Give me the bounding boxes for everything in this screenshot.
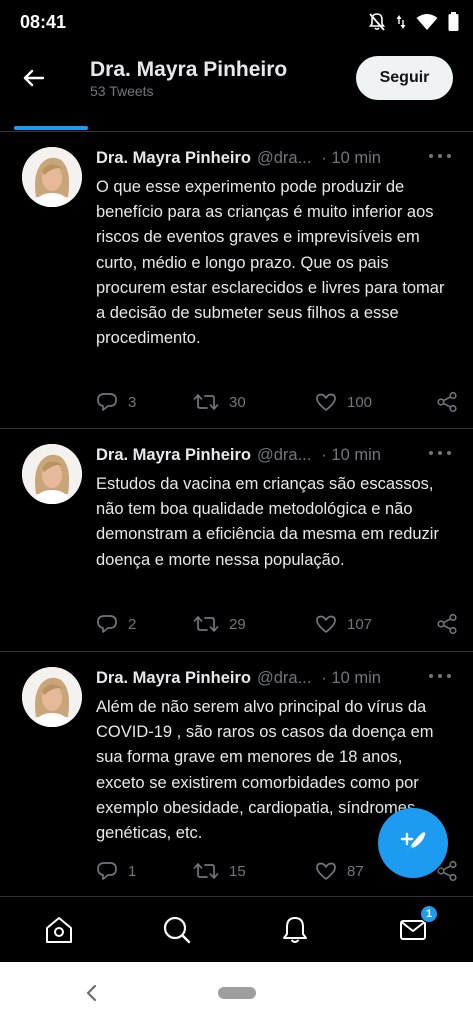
author-name[interactable]: Dra. Mayra Pinheiro	[96, 669, 251, 688]
tweet-header: Dra. Mayra Pinheiro @dra... · 10 min	[96, 669, 381, 688]
tweet-text: Estudos da vacina em crianças são escass…	[96, 475, 439, 569]
more-dots-icon	[429, 674, 451, 678]
retweet-icon	[193, 616, 219, 632]
back-button[interactable]	[18, 62, 50, 94]
home-icon	[46, 917, 72, 943]
reply-icon	[97, 615, 117, 633]
retweet-count: 30	[229, 393, 246, 411]
retweet-button[interactable]: 29	[193, 613, 315, 635]
tweet-actions: 2 29 107	[96, 610, 461, 638]
chevron-left-icon	[86, 984, 97, 1002]
divider	[0, 131, 473, 132]
like-button[interactable]: 107	[315, 613, 436, 635]
heart-icon	[316, 393, 336, 411]
avatar[interactable]	[22, 147, 82, 207]
bottom-navigation: 1	[0, 896, 473, 962]
avatar[interactable]	[22, 667, 82, 727]
share-button[interactable]	[436, 613, 458, 635]
tab-indicator	[14, 126, 88, 130]
compose-feather-icon	[400, 832, 426, 856]
data-arrows-icon	[396, 15, 406, 29]
retweet-button[interactable]: 15	[193, 860, 315, 882]
more-options-button[interactable]	[427, 669, 453, 683]
like-button[interactable]: 100	[315, 391, 436, 413]
reply-count: 2	[128, 615, 137, 633]
status-bar: 08:41	[0, 0, 473, 46]
status-icons	[368, 12, 459, 32]
system-navigation-bar	[0, 962, 473, 1024]
retweet-icon	[193, 394, 219, 410]
author-name[interactable]: Dra. Mayra Pinheiro	[96, 446, 251, 465]
author-name[interactable]: Dra. Mayra Pinheiro	[96, 149, 251, 168]
share-icon	[437, 613, 457, 635]
more-options-button[interactable]	[427, 149, 453, 163]
profile-header: Dra. Mayra Pinheiro 53 Tweets Seguir	[0, 46, 473, 132]
like-count: 107	[347, 615, 373, 633]
tweet-time: · 10 min	[321, 149, 381, 167]
more-options-button[interactable]	[427, 446, 453, 460]
status-time: 08:41	[20, 12, 67, 32]
reply-button[interactable]: 2	[96, 613, 193, 635]
author-handle[interactable]: @dra...	[257, 149, 311, 168]
back-arrow-icon	[23, 69, 45, 87]
heart-icon	[316, 862, 336, 880]
avatar-portrait-icon	[22, 444, 82, 504]
tweet-header: Dra. Mayra Pinheiro @dra... · 10 min	[96, 446, 381, 465]
notifications-off-icon	[368, 13, 386, 31]
like-count: 100	[347, 393, 373, 411]
tweet-time: · 10 min	[321, 669, 381, 687]
tweet-header: Dra. Mayra Pinheiro @dra... · 10 min	[96, 149, 381, 168]
more-dots-icon	[429, 451, 451, 455]
author-handle[interactable]: @dra...	[257, 446, 311, 465]
search-icon	[163, 916, 191, 944]
reply-icon	[97, 393, 117, 411]
profile-name: Dra. Mayra Pinheiro	[90, 58, 288, 81]
retweet-button[interactable]: 30	[193, 391, 315, 413]
nav-home[interactable]	[42, 913, 76, 947]
author-handle[interactable]: @dra...	[257, 669, 311, 688]
tweet[interactable]: Dra. Mayra Pinheiro @dra... · 10 min Est…	[0, 430, 473, 652]
share-button[interactable]	[436, 391, 458, 413]
avatar-portrait-icon	[22, 667, 82, 727]
nav-messages[interactable]: 1	[396, 905, 438, 947]
system-home-pill[interactable]	[218, 987, 256, 999]
tweet-text: O que esse experimento pode produzir de …	[96, 178, 445, 348]
notifications-icon	[283, 917, 307, 943]
share-icon	[437, 391, 457, 413]
retweet-icon	[193, 863, 219, 879]
wifi-icon	[416, 14, 438, 30]
battery-icon	[448, 12, 459, 31]
system-back-button[interactable]	[84, 982, 100, 1009]
avatar-portrait-icon	[22, 147, 82, 207]
nav-search[interactable]	[160, 913, 194, 947]
tweet[interactable]: Dra. Mayra Pinheiro @dra... · 10 min O q…	[0, 133, 473, 429]
more-dots-icon	[429, 154, 451, 158]
tweet-time: · 10 min	[321, 446, 381, 464]
tweet-count: 53 Tweets	[90, 83, 154, 99]
reply-icon	[97, 862, 117, 880]
reply-button[interactable]: 3	[96, 391, 193, 413]
retweet-count: 15	[229, 862, 246, 880]
nav-notifications[interactable]	[278, 913, 312, 947]
like-count: 87	[347, 862, 364, 880]
messages-badge: 1	[420, 905, 438, 923]
compose-tweet-button[interactable]	[378, 808, 448, 878]
follow-button[interactable]: Seguir	[356, 56, 453, 100]
heart-icon	[316, 615, 336, 633]
avatar[interactable]	[22, 444, 82, 504]
reply-button[interactable]: 1	[96, 860, 193, 882]
reply-count: 1	[128, 862, 137, 880]
retweet-count: 29	[229, 615, 246, 633]
tweet-actions: 3 30 100	[96, 388, 461, 416]
reply-count: 3	[128, 393, 137, 411]
